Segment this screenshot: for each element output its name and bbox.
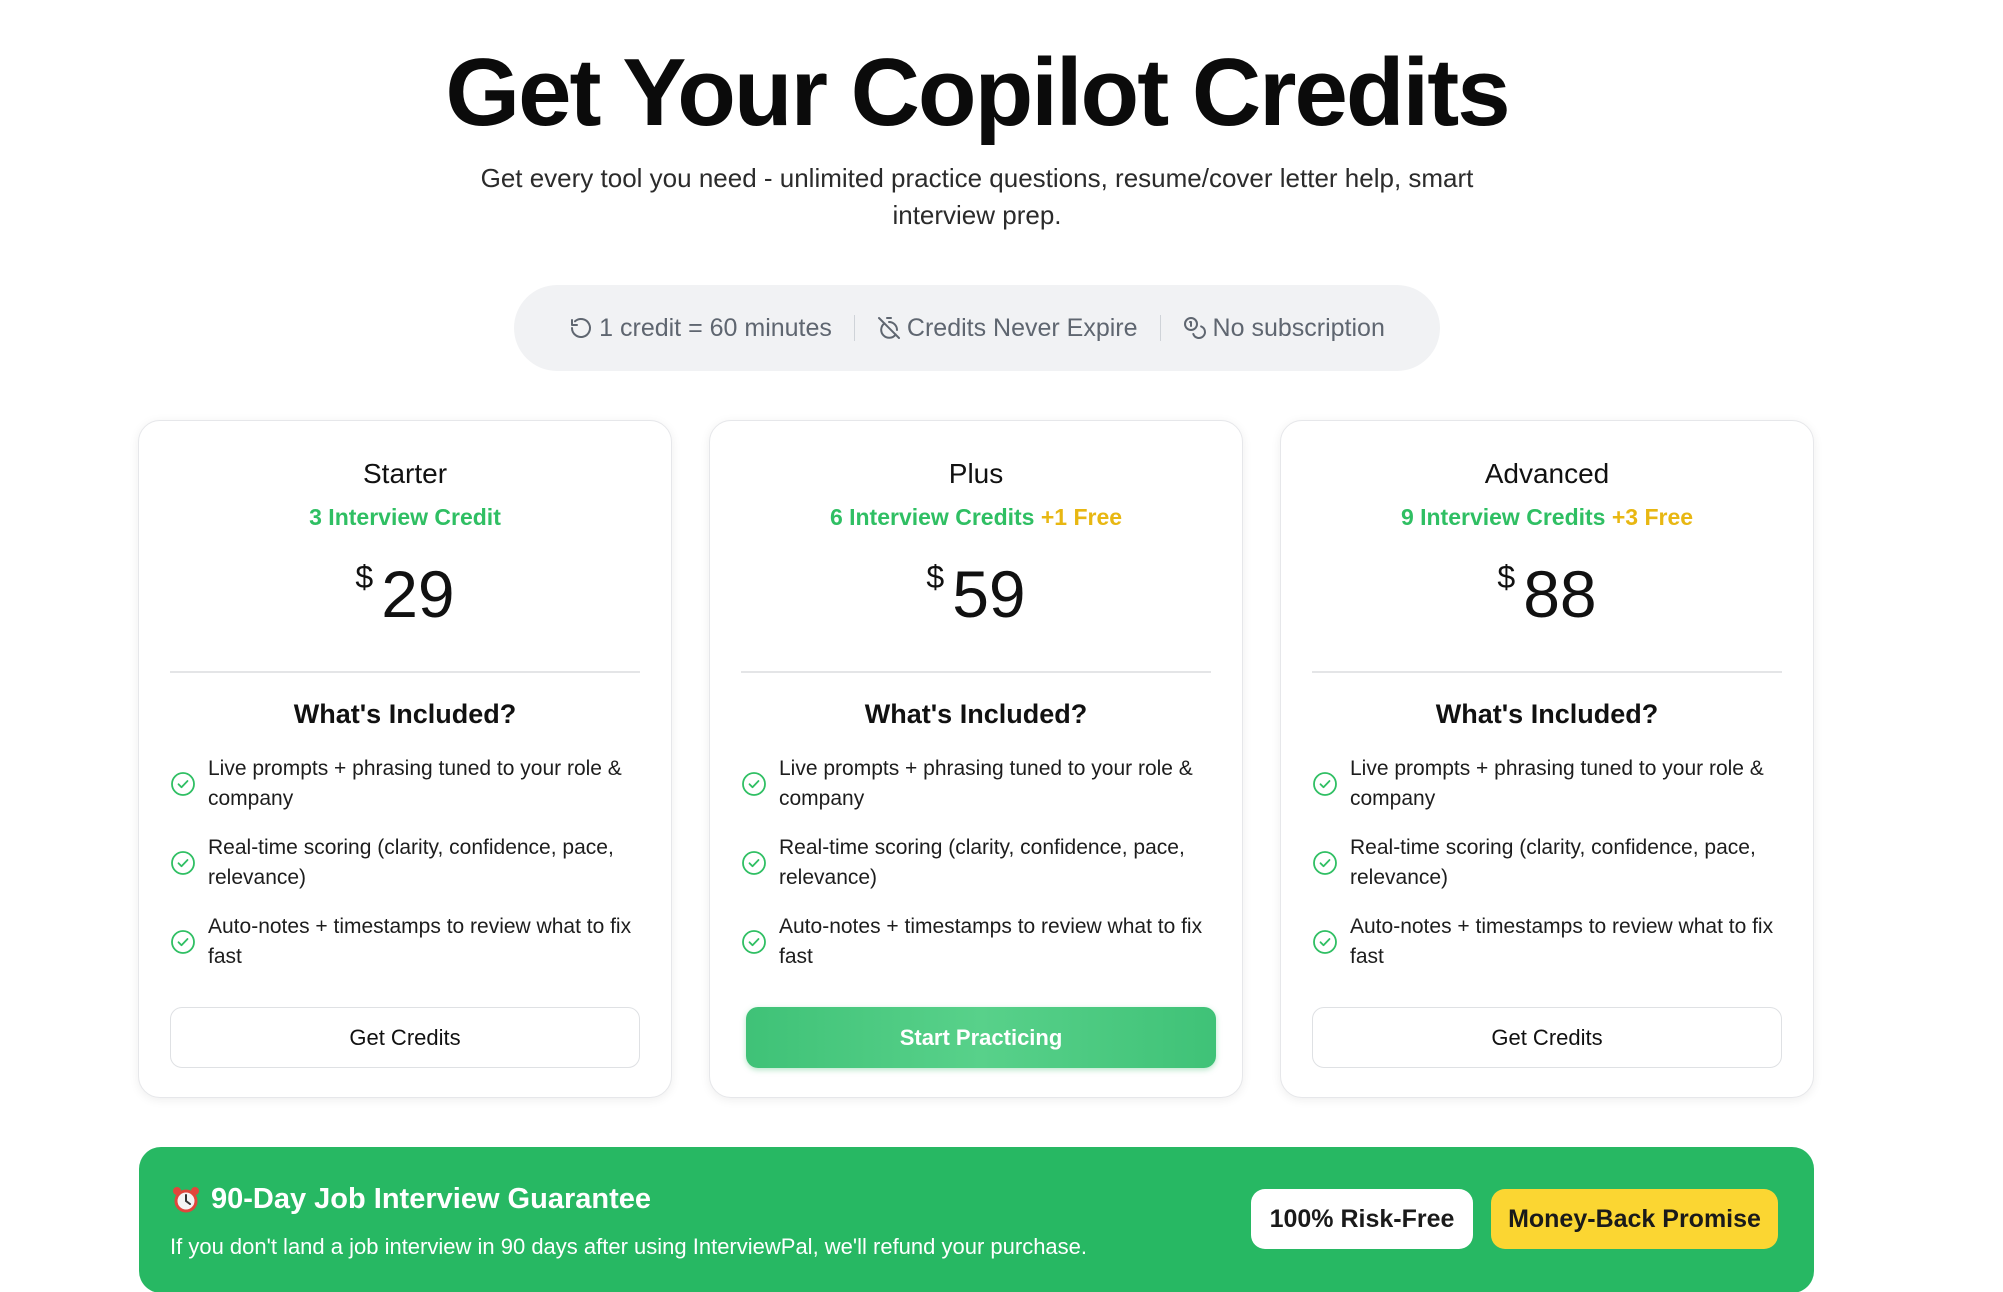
feature-item: Auto-notes + timestamps to review what t… (170, 912, 647, 972)
page-title: Get Your Copilot Credits (445, 39, 1510, 146)
feature-text: Auto-notes + timestamps to review what t… (208, 915, 632, 968)
check-circle-icon (742, 930, 766, 954)
feature-item: Real-time scoring (clarity, confidence, … (741, 833, 1218, 893)
plan-credits: 6 Interview Credits +1 Free (710, 504, 1242, 531)
highlight-label: 1 credit = 60 minutes (599, 313, 832, 342)
feature-list: Live prompts + phrasing tuned to your ro… (170, 754, 647, 991)
feature-text: Real-time scoring (clarity, confidence, … (779, 836, 1185, 889)
feature-list: Live prompts + phrasing tuned to your ro… (1312, 754, 1789, 991)
check-circle-icon (1313, 930, 1337, 954)
guarantee-title-text: 90-Day Job Interview Guarantee (211, 1183, 651, 1215)
feature-text: Auto-notes + timestamps to review what t… (1350, 915, 1774, 968)
divider (1312, 671, 1782, 673)
divider (170, 671, 640, 673)
check-circle-icon (1313, 851, 1337, 875)
price-amount: 59 (952, 557, 1026, 631)
feature-item: Auto-notes + timestamps to review what t… (1312, 912, 1789, 972)
feature-text: Live prompts + phrasing tuned to your ro… (779, 757, 1193, 810)
alarm-clock-icon (173, 1186, 199, 1212)
feature-item: Live prompts + phrasing tuned to your ro… (170, 754, 647, 814)
plan-price: $ 29 (139, 549, 671, 639)
highlights-bar: 1 credit = 60 minutes Credits Never Expi… (514, 285, 1440, 371)
highlight-never-expire: Credits Never Expire (855, 314, 1160, 343)
page-subtitle: Get every tool you need - unlimited prac… (480, 163, 1474, 230)
credit-count: 9 Interview Credits (1400, 504, 1606, 530)
credit-count: 6 Interview Credits (829, 504, 1035, 530)
coins-icon (1183, 317, 1206, 339)
check-circle-icon (171, 930, 195, 954)
included-heading: What's Included? (293, 699, 517, 729)
guarantee-description: If you don't land a job interview in 90 … (170, 1234, 1088, 1259)
included-heading: What's Included? (864, 699, 1088, 729)
plan-name: Advanced (1484, 458, 1610, 489)
feature-text: Live prompts + phrasing tuned to your ro… (208, 757, 622, 810)
pricing-page: Get Your Copilot Credits Get every tool … (0, 0, 2003, 1292)
currency-symbol: $ (1497, 559, 1516, 595)
plan-card-plus: Plus 6 Interview Credits +1 Free $ 59 Wh… (709, 420, 1243, 1098)
check-circle-icon (742, 851, 766, 875)
check-circle-icon (171, 851, 195, 875)
highlight-label: No subscription (1212, 313, 1385, 342)
money-back-badge: Money-Back Promise (1491, 1189, 1778, 1249)
feature-text: Real-time scoring (clarity, confidence, … (1350, 836, 1756, 889)
included-heading: What's Included? (1435, 699, 1659, 729)
feature-text: Live prompts + phrasing tuned to your ro… (1350, 757, 1764, 810)
credit-count: 3 Interview Credit (309, 504, 501, 530)
plan-card-advanced: Advanced 9 Interview Credits +3 Free $ 8… (1280, 420, 1814, 1098)
check-circle-icon (171, 772, 195, 796)
divider (741, 671, 1211, 673)
plan-name: Starter (362, 458, 448, 489)
guarantee-title: 90-Day Job Interview Guarantee (171, 1183, 651, 1216)
plan-card-starter: Starter 3 Interview Credit $ 29 What's I… (138, 420, 672, 1098)
start-practicing-button[interactable]: Start Practicing (746, 1007, 1216, 1068)
price-amount: 29 (381, 557, 455, 631)
bonus-credits: +3 Free (1611, 504, 1694, 530)
plan-name: Plus (948, 458, 1004, 489)
bonus-credits: +1 Free (1040, 504, 1123, 530)
currency-symbol: $ (355, 559, 374, 595)
plan-credits: 9 Interview Credits +3 Free (1281, 504, 1813, 531)
risk-free-badge: 100% Risk-Free (1251, 1189, 1473, 1249)
feature-item: Live prompts + phrasing tuned to your ro… (741, 754, 1218, 814)
rotate-ccw-icon (571, 318, 592, 338)
highlight-credit-duration: 1 credit = 60 minutes (547, 314, 854, 343)
feature-item: Auto-notes + timestamps to review what t… (741, 912, 1218, 972)
highlight-label: Credits Never Expire (906, 313, 1138, 342)
timer-off-icon (877, 317, 900, 339)
plan-price: $ 59 (710, 549, 1242, 639)
feature-item: Real-time scoring (clarity, confidence, … (170, 833, 647, 893)
check-circle-icon (1313, 772, 1337, 796)
check-circle-icon (742, 772, 766, 796)
feature-text: Auto-notes + timestamps to review what t… (779, 915, 1203, 968)
feature-item: Real-time scoring (clarity, confidence, … (1312, 833, 1789, 893)
feature-text: Real-time scoring (clarity, confidence, … (208, 836, 614, 889)
currency-symbol: $ (926, 559, 945, 595)
get-credits-button[interactable]: Get Credits (170, 1007, 640, 1068)
guarantee-banner: 90-Day Job Interview Guarantee If you do… (139, 1147, 1814, 1292)
feature-list: Live prompts + phrasing tuned to your ro… (741, 754, 1218, 991)
highlight-no-subscription: No subscription (1161, 314, 1407, 343)
price-amount: 88 (1523, 557, 1597, 631)
get-credits-button[interactable]: Get Credits (1312, 1007, 1782, 1068)
plan-credits: 3 Interview Credit (139, 504, 671, 531)
plan-price: $ 88 (1281, 549, 1813, 639)
feature-item: Live prompts + phrasing tuned to your ro… (1312, 754, 1789, 814)
